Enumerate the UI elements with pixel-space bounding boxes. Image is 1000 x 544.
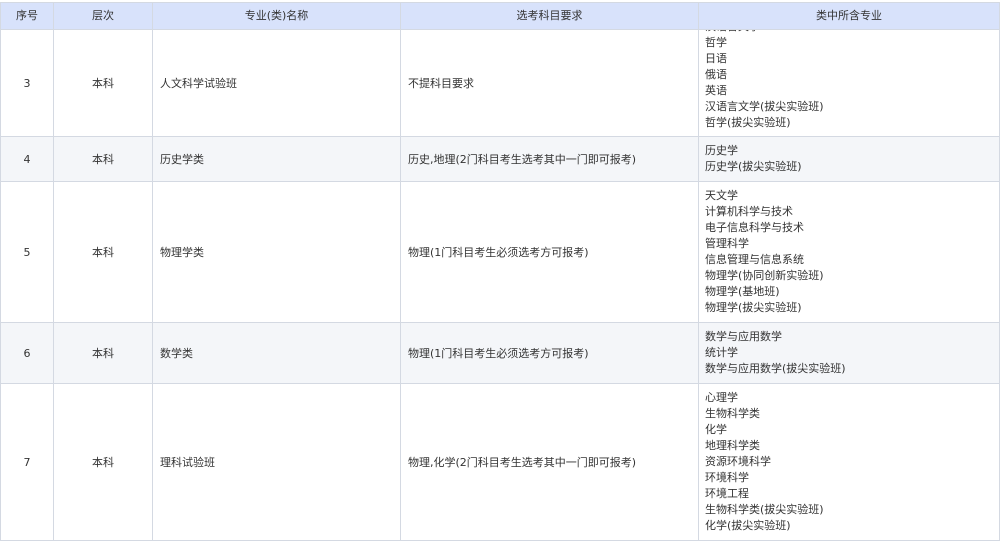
major-item: 管理科学: [705, 237, 749, 250]
header-requirement: 选考科目要求: [400, 2, 699, 30]
cell-name: 物理学类: [152, 181, 401, 323]
cell-level: 本科: [53, 322, 153, 384]
cell-level: 本科: [53, 29, 153, 137]
major-item: 汉语言文学(拔尖实验班): [705, 100, 824, 113]
cell-no: 5: [0, 181, 54, 323]
major-item: 物理学(基地班): [705, 285, 780, 298]
major-item: 电子信息科学与技术: [705, 221, 804, 234]
major-item: 化学(拔尖实验班): [705, 519, 791, 532]
table-row: 4 本科 历史学类 历史,地理(2门科目考生选考其中一门即可报考) 历史学 历史学…: [0, 136, 1000, 182]
header-majors: 类中所含专业: [698, 2, 1000, 30]
cell-requirement: 不提科目要求: [400, 29, 699, 137]
cell-level: 本科: [53, 181, 153, 323]
cell-majors: 数学与应用数学 统计学数学与应用数学(拔尖实验班): [698, 322, 1000, 384]
major-item: 计算机科学与技术: [705, 205, 793, 218]
cell-majors: 历史学历史学(拔尖实验班): [698, 136, 1000, 182]
major-item: 物理学(协同创新实验班): [705, 269, 824, 282]
major-item: 数学与应用数学(拔尖实验班): [705, 362, 846, 375]
major-item: 历史学: [705, 144, 738, 157]
cell-level: 本科: [53, 383, 153, 541]
major-item: 历史学(拔尖实验班): [705, 160, 802, 173]
cell-requirement: 物理(1门科目考生必须选考方可报考): [400, 181, 699, 323]
cell-name: 人文科学试验班: [152, 29, 401, 137]
cell-majors: 心理学生物科学类化学地理科学类资源环境科学 环境科学环境工程生物科学类(拔尖实验班…: [698, 383, 1000, 541]
cell-majors: 汉语言文学哲学日语俄语英语汉语言文学(拔尖实验班)哲学(拔尖实验班): [698, 29, 1000, 137]
major-item: 生物科学类: [705, 407, 760, 420]
header-name: 专业(类)名称: [152, 2, 401, 30]
major-item: 日语: [705, 52, 727, 65]
table-row: 6 本科 数学类 物理(1门科目考生必须选考方可报考) 数学与应用数学 统计学 数学…: [0, 322, 1000, 384]
cell-requirement: 历史,地理(2门科目考生选考其中一门即可报考): [400, 136, 699, 182]
header-level: 层次: [53, 2, 153, 30]
cell-requirement: 物理,化学(2门科目考生选考其中一门即可报考): [400, 383, 699, 541]
cell-no: 7: [0, 383, 54, 541]
major-item: 心理学: [705, 391, 738, 404]
cell-no: 6: [0, 322, 54, 384]
major-item: 生物科学类(拔尖实验班): [705, 503, 824, 516]
major-item: 资源环境科学: [705, 455, 771, 468]
cell-majors: 天文学计算机科学与技术 电子信息科学与技术 管理科学信息管理与信息系统物理学(协同创…: [698, 181, 1000, 323]
major-item: 物理学(拔尖实验班): [705, 301, 802, 314]
major-item: 地理科学类: [705, 439, 760, 452]
major-item: 俄语: [705, 68, 727, 81]
cell-name: 数学类: [152, 322, 401, 384]
cell-no: 4: [0, 136, 54, 182]
majors-table: 序号 层次 专业(类)名称 选考科目要求 类中所含专业 3 本科 人文科学试验班…: [0, 2, 1000, 541]
header-no: 序号: [0, 2, 54, 30]
table-row: 5 本科 物理学类 物理(1门科目考生必须选考方可报考) 天文学计算机科学与技术…: [0, 181, 1000, 323]
cell-name: 理科试验班: [152, 383, 401, 541]
major-item: 统计学: [705, 346, 738, 359]
major-item: 天文学: [705, 189, 738, 202]
major-item: 环境科学: [705, 471, 749, 484]
major-item: 信息管理与信息系统: [705, 253, 804, 266]
major-item: 哲学: [705, 36, 727, 49]
major-item: 哲学(拔尖实验班): [705, 116, 791, 129]
major-item: 英语: [705, 84, 727, 97]
cell-name: 历史学类: [152, 136, 401, 182]
major-item: 数学与应用数学: [705, 330, 782, 343]
cell-requirement: 物理(1门科目考生必须选考方可报考): [400, 322, 699, 384]
major-item: 化学: [705, 423, 727, 436]
table-row: 7 本科 理科试验班 物理,化学(2门科目考生选考其中一门即可报考) 心理学生物…: [0, 383, 1000, 541]
table-header-row: 序号 层次 专业(类)名称 选考科目要求 类中所含专业: [0, 2, 1000, 30]
major-item: 环境工程: [705, 487, 749, 500]
cell-level: 本科: [53, 136, 153, 182]
cell-no: 3: [0, 29, 54, 137]
table-row: 3 本科 人文科学试验班 不提科目要求 汉语言文学哲学日语俄语英语汉语言文学(拔…: [0, 29, 1000, 137]
